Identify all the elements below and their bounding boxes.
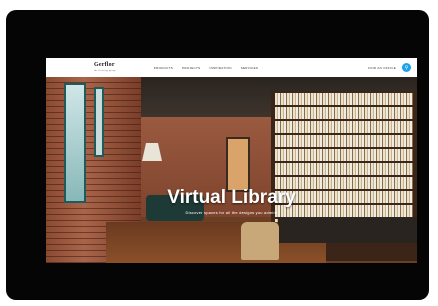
shelf-row — [275, 121, 413, 133]
shelf-row — [275, 135, 413, 147]
reading-table — [278, 217, 417, 243]
shelf-row — [275, 163, 413, 175]
hero-image: Virtual Library Discover spaces for all … — [46, 77, 417, 263]
search-icon: ⚲ — [404, 64, 409, 71]
logo-tagline: the flooring group — [94, 68, 116, 72]
hero-subtitle: Discover spaces for all the designs you … — [185, 210, 278, 215]
screen: Gerflor the flooring group PRODUCTS PROJ… — [46, 58, 417, 263]
nav-links: PRODUCTS PROJECTS INSPIRATION SERVICES — [154, 66, 258, 70]
nav-link-projects[interactable]: PROJECTS — [182, 66, 200, 70]
shelf-row — [275, 93, 413, 105]
nav-right: FIND AN OFFICE ⚲ — [368, 63, 411, 72]
nav-link-services[interactable]: SERVICES — [241, 66, 259, 70]
site-logo[interactable]: Gerflor the flooring group — [94, 61, 116, 73]
window — [94, 87, 104, 157]
armchair — [241, 222, 279, 260]
tablet-frame: Gerflor the flooring group PRODUCTS PROJ… — [6, 10, 429, 300]
window — [64, 83, 86, 203]
top-nav: Gerflor the flooring group PRODUCTS PROJ… — [46, 58, 417, 77]
find-office-link[interactable]: FIND AN OFFICE — [368, 66, 396, 70]
logo-text: Gerflor — [94, 61, 115, 68]
shelf-row — [275, 107, 413, 119]
shelf-row — [275, 149, 413, 161]
nav-link-inspiration[interactable]: INSPIRATION — [209, 66, 231, 70]
hero-title: Virtual Library — [167, 187, 296, 208]
doorway — [226, 137, 250, 192]
search-button[interactable]: ⚲ — [402, 63, 411, 72]
nav-link-products[interactable]: PRODUCTS — [154, 66, 173, 70]
